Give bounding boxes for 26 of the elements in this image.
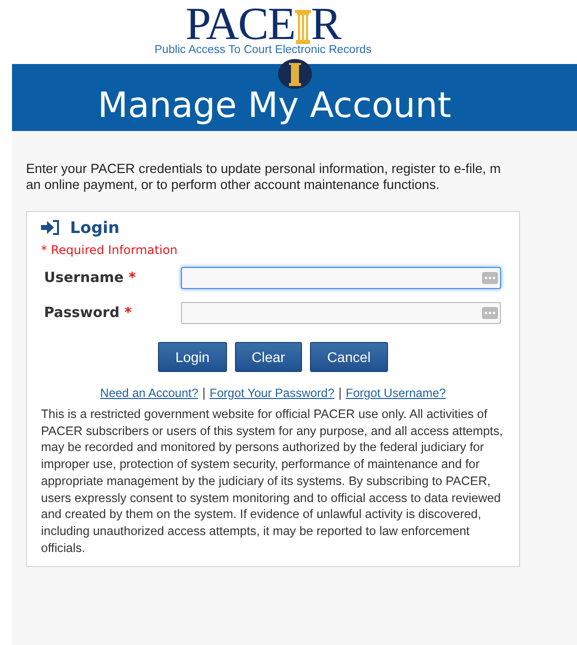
help-link[interactable]: Forgot Username? bbox=[346, 386, 446, 400]
page-title: Manage My Account bbox=[98, 86, 452, 126]
logo-tagline: Public Access To Court Electronic Records bbox=[154, 44, 372, 56]
sign-in-icon bbox=[41, 220, 60, 235]
card-title: Login bbox=[70, 218, 120, 237]
help-link[interactable]: Forgot Your Password? bbox=[210, 386, 334, 400]
link-separator: | bbox=[338, 385, 342, 400]
form-button[interactable]: Login bbox=[158, 342, 227, 372]
input-field[interactable] bbox=[181, 302, 501, 324]
intro-text: Enter your PACER credentials to update personal information, register to e-file, m bbox=[26, 161, 502, 177]
pillar-icon bbox=[294, 10, 311, 44]
required-note: * Required Information bbox=[41, 243, 179, 257]
more-icon[interactable] bbox=[482, 307, 498, 319]
logo-text: PACE bbox=[185, 4, 295, 44]
more-icon[interactable] bbox=[482, 272, 498, 284]
legal-notice: This is a restricted government website for official PACER use only. All activities of PACER subscribers or users of this system for any purpose, and all access attempts, may be recorded and monitored by persons authorized by the federal judiciary for improper use, protection of system security, performance of maintenance and for appropriate management by the judiciary of its systems. By subscribing to PACER, users expressly consent to system monitoring and to official access to data reviewed and created by them on the system. If evidence of unlawful activity is discovered, including unauthorized access attempts, it may be reported to law enforcement officials. bbox=[41, 406, 504, 556]
form-button[interactable]: Clear bbox=[234, 342, 302, 372]
intro-text: an online payment, or to perform other account maintenance functions. bbox=[26, 177, 440, 193]
link-separator: | bbox=[202, 385, 206, 400]
field-label: Username * bbox=[44, 270, 137, 286]
form-button[interactable]: Cancel bbox=[310, 342, 388, 372]
help-link[interactable]: Need an Account? bbox=[100, 386, 198, 400]
field-label: Password * bbox=[44, 305, 133, 321]
pillar-medallion-icon bbox=[276, 58, 312, 90]
input-field[interactable] bbox=[181, 267, 501, 289]
logo-text: R bbox=[310, 4, 341, 44]
